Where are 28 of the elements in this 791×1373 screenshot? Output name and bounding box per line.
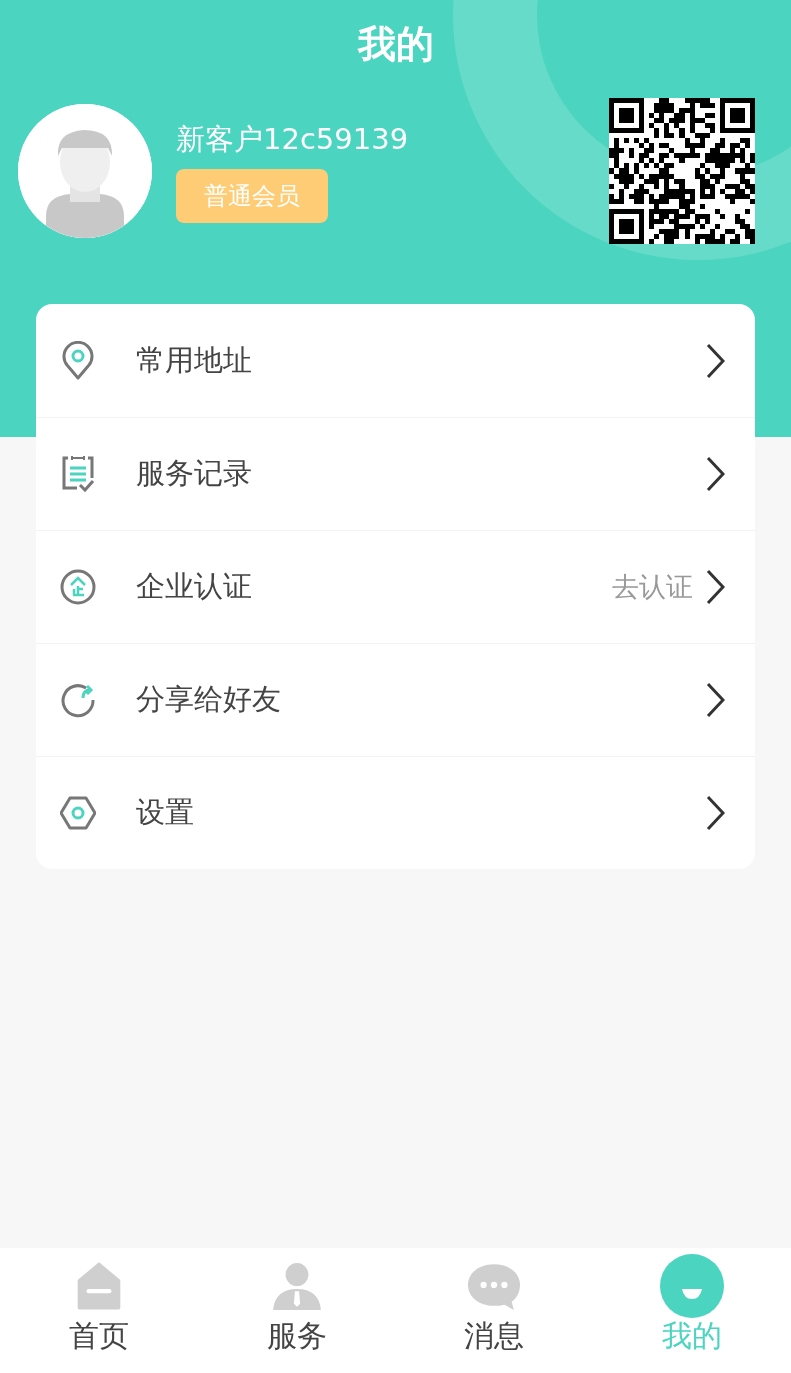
menu-label: 常用地址 — [136, 341, 252, 379]
chevron-right-icon — [705, 795, 725, 831]
chevron-right-icon — [705, 456, 725, 492]
nav-tab[interactable]: 服务 — [197, 1248, 396, 1373]
enterprise-badge-icon — [60, 567, 96, 607]
chevron-right-icon — [705, 342, 725, 379]
chevron-right-icon — [705, 569, 725, 605]
member-badge: 普通会员 — [176, 169, 328, 223]
menu-hint: 去认证 — [612, 569, 693, 604]
menu-item[interactable]: 设置 — [36, 756, 755, 869]
nav-tab[interactable]: 首页 — [0, 1248, 198, 1373]
clipboard-check-icon — [60, 454, 96, 494]
menu-item[interactable]: 常用地址 — [36, 304, 755, 417]
menu-label: 服务记录 — [136, 455, 252, 493]
smiley-icon — [660, 1254, 725, 1318]
location-pin-icon — [60, 340, 96, 381]
menu-label: 分享给好友 — [136, 681, 281, 719]
menu-item[interactable]: 服务记录 — [36, 417, 755, 530]
chevron-right-icon — [705, 682, 725, 718]
page-title: 我的 — [356, 21, 435, 68]
menu-item[interactable]: 企业认证 去认证 — [36, 530, 755, 643]
nav-tab[interactable]: 消息 — [395, 1248, 594, 1373]
menu-item[interactable]: 分享给好友 — [36, 643, 755, 756]
menu-label: 企业认证 — [136, 568, 252, 606]
menu-label: 设置 — [136, 794, 194, 832]
person-icon — [270, 1260, 323, 1312]
user-name: 新客户12c59139 — [176, 121, 409, 158]
qr-code[interactable] — [609, 98, 755, 244]
